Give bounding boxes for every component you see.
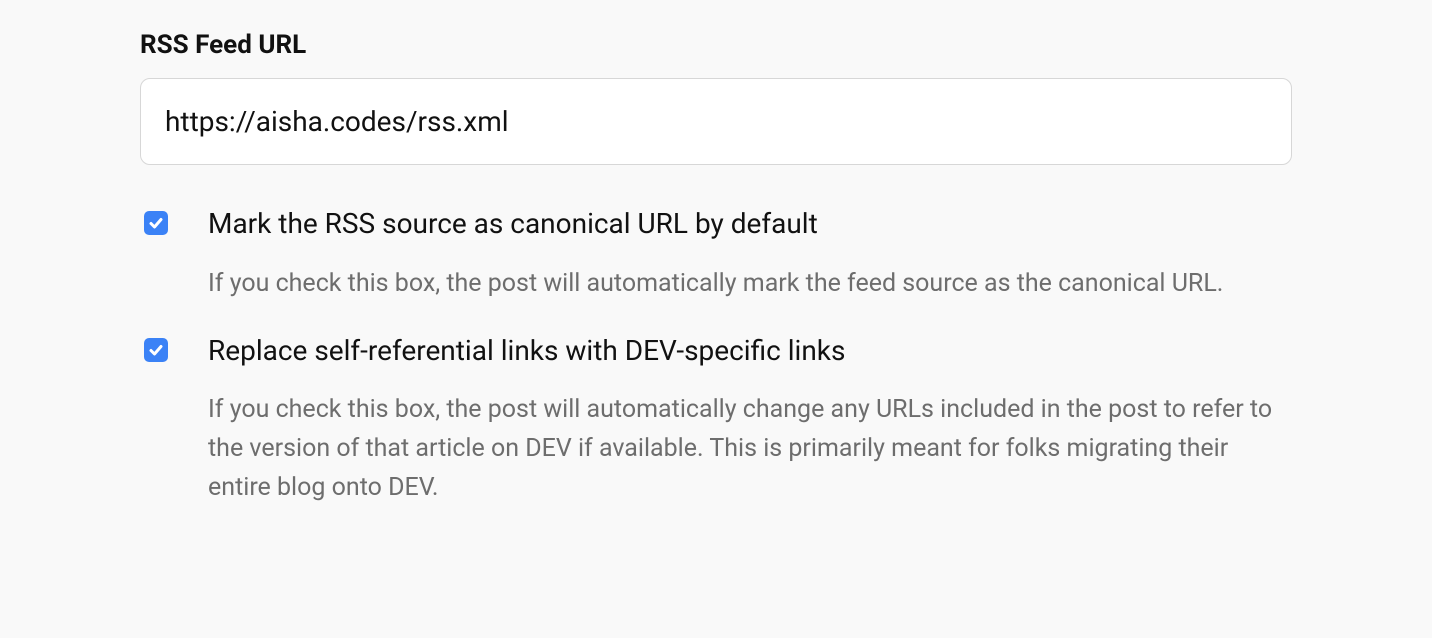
rss-settings-form: RSS Feed URL Mark the RSS source as cano… [140, 30, 1292, 536]
canonical-option-row: Mark the RSS source as canonical URL by … [140, 205, 1292, 304]
replace-links-content: Replace self-referential links with DEV-… [208, 332, 1292, 508]
canonical-checkbox-wrap [144, 205, 168, 235]
rss-url-label: RSS Feed URL [140, 30, 1292, 60]
check-icon [148, 342, 164, 358]
replace-links-label: Replace self-referential links with DEV-… [208, 332, 1292, 370]
check-icon [148, 215, 164, 231]
canonical-checkbox[interactable] [144, 211, 168, 235]
replace-links-option-row: Replace self-referential links with DEV-… [140, 332, 1292, 508]
canonical-description: If you check this box, the post will aut… [208, 265, 1292, 304]
replace-links-description: If you check this box, the post will aut… [208, 391, 1292, 507]
rss-url-input[interactable] [140, 78, 1292, 165]
canonical-label: Mark the RSS source as canonical URL by … [208, 205, 1292, 243]
replace-links-checkbox-wrap [144, 332, 168, 362]
canonical-content: Mark the RSS source as canonical URL by … [208, 205, 1292, 304]
replace-links-checkbox[interactable] [144, 338, 168, 362]
